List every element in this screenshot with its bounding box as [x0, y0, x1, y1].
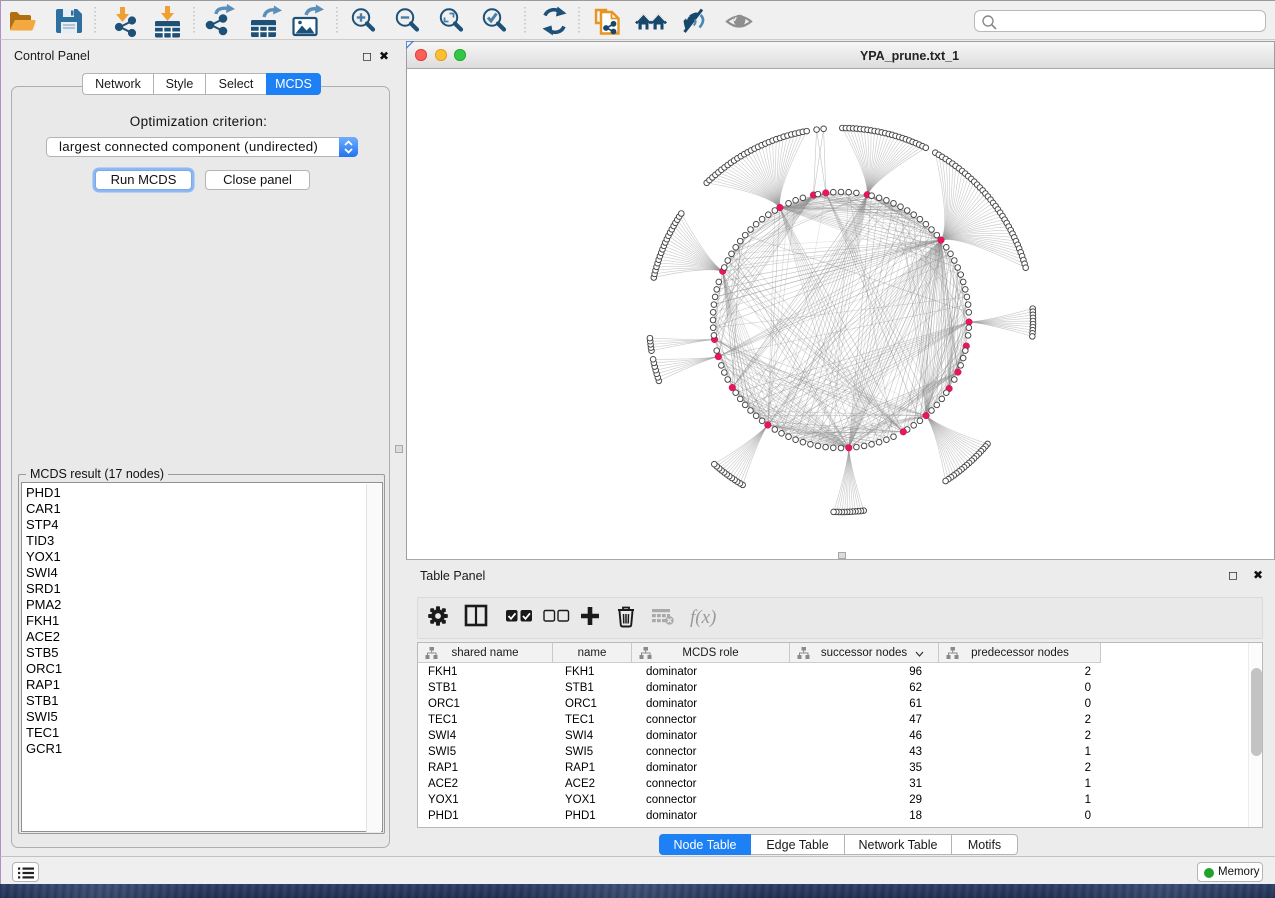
- svg-text:f(x): f(x): [690, 607, 716, 628]
